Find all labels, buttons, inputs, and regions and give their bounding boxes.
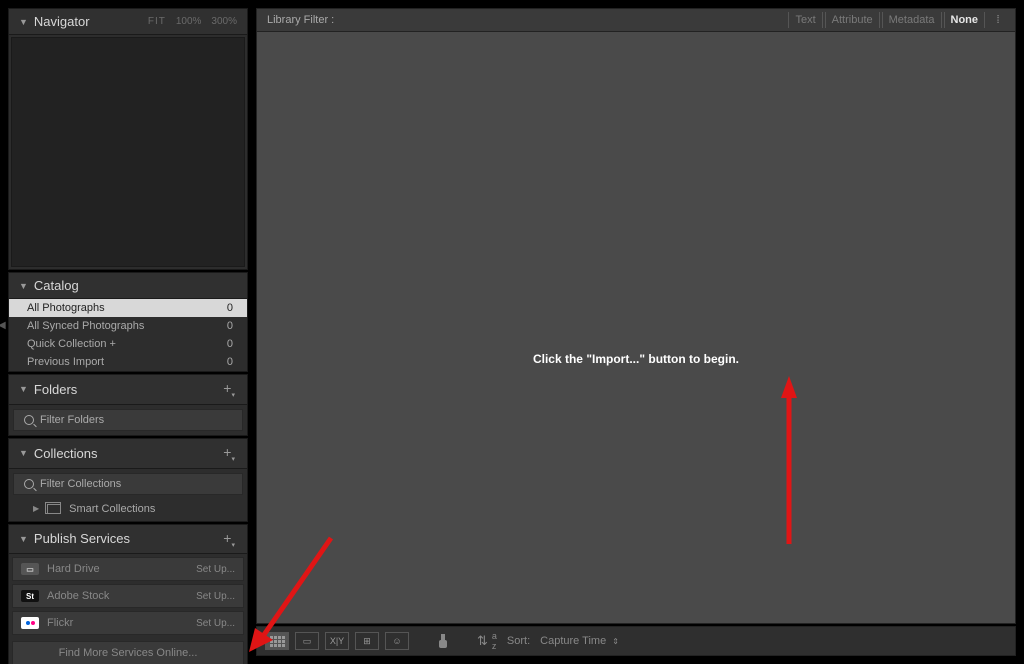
catalog-row-synced[interactable]: All Synced Photographs 0: [9, 317, 247, 335]
left-panel: ▼ Navigator FIT 100% 300% ▼ Catalog All …: [8, 8, 248, 656]
publish-row-flickr[interactable]: Flickr Set Up...: [12, 611, 244, 635]
grid-view[interactable]: Click the "Import..." button to begin.: [256, 32, 1016, 624]
catalog-row-quick[interactable]: Quick Collection + 0: [9, 335, 247, 353]
catalog-header[interactable]: ▼ Catalog: [9, 273, 247, 299]
disclosure-down-icon: ▼: [19, 448, 28, 458]
publish-name: Flickr: [47, 617, 196, 629]
catalog-row-count: 0: [227, 338, 233, 350]
disclosure-down-icon: ▼: [19, 384, 28, 394]
filter-tab-metadata[interactable]: Metadata: [882, 12, 942, 28]
sort-dropdown[interactable]: Capture Time ⇕: [540, 635, 619, 647]
folders-panel: ▼ Folders +▾ Filter Folders: [8, 374, 248, 436]
filter-folders-input[interactable]: Filter Folders: [13, 409, 243, 431]
filter-collections-placeholder: Filter Collections: [40, 478, 121, 490]
catalog-panel: ▼ Catalog All Photographs 0 All Synced P…: [8, 272, 248, 372]
collections-header[interactable]: ▼ Collections +▾: [9, 439, 247, 469]
sort-label: Sort:: [507, 635, 530, 647]
publish-name: Adobe Stock: [47, 590, 196, 602]
compare-view-button[interactable]: X|Y: [325, 632, 349, 650]
add-folder-button[interactable]: +▾: [221, 380, 237, 399]
catalog-row-count: 0: [227, 356, 233, 368]
bottom-toolbar: ▭ X|Y ⊞ ☺ ⇅ az Sort: Capture Time ⇕: [256, 626, 1016, 656]
folders-title: Folders: [34, 382, 77, 397]
publish-header[interactable]: ▼ Publish Services +▾: [9, 525, 247, 555]
zoom-300[interactable]: 300%: [211, 16, 237, 27]
catalog-row-label: Previous Import: [27, 356, 104, 368]
navigator-title: Navigator: [34, 14, 90, 29]
grid-view-button[interactable]: [265, 632, 289, 650]
disclosure-down-icon: ▼: [19, 281, 28, 291]
publish-setup-link[interactable]: Set Up...: [196, 618, 235, 629]
catalog-row-label: All Photographs: [27, 302, 105, 314]
catalog-row-previous[interactable]: Previous Import 0: [9, 353, 247, 371]
loupe-view-button[interactable]: ▭: [295, 632, 319, 650]
publish-setup-link[interactable]: Set Up...: [196, 591, 235, 602]
annotation-arrow-icon: [779, 376, 799, 546]
search-icon: [24, 479, 34, 489]
flickr-icon: [21, 617, 39, 629]
people-view-button[interactable]: ☺: [385, 632, 409, 650]
smart-collections-label: Smart Collections: [69, 503, 155, 515]
navigator-panel: ▼ Navigator FIT 100% 300%: [8, 8, 248, 270]
find-more-services-button[interactable]: Find More Services Online...: [12, 641, 244, 664]
zoom-fit[interactable]: FIT: [148, 16, 166, 27]
sort-value: Capture Time: [540, 635, 606, 647]
adobe-stock-icon: St: [21, 590, 39, 602]
publish-row-harddrive[interactable]: ▭ Hard Drive Set Up...: [12, 557, 244, 581]
sort-direction-button[interactable]: ⇅: [477, 633, 488, 649]
navigator-header[interactable]: ▼ Navigator FIT 100% 300%: [9, 9, 247, 35]
filter-lock-icon[interactable]: ⁞: [991, 14, 1005, 26]
publish-row-adobestock[interactable]: St Adobe Stock Set Up...: [12, 584, 244, 608]
filter-folders-placeholder: Filter Folders: [40, 414, 104, 426]
smart-collection-icon: [47, 504, 61, 514]
disclosure-right-icon: ▶: [33, 504, 39, 513]
search-icon: [24, 415, 34, 425]
catalog-row-count: 0: [227, 320, 233, 332]
filter-tab-attribute[interactable]: Attribute: [825, 12, 880, 28]
disclosure-down-icon: ▼: [19, 17, 28, 27]
disclosure-down-icon: ▼: [19, 534, 28, 544]
filter-tab-text[interactable]: Text: [788, 12, 822, 28]
catalog-row-label: Quick Collection +: [27, 338, 116, 350]
painter-tool-button[interactable]: [431, 632, 455, 650]
publish-name: Hard Drive: [47, 563, 196, 575]
publish-panel: ▼ Publish Services +▾ ▭ Hard Drive Set U…: [8, 524, 248, 664]
filter-tab-none[interactable]: None: [944, 12, 986, 28]
catalog-row-count: 0: [227, 302, 233, 314]
import-hint-text: Click the "Import..." button to begin.: [257, 352, 1015, 366]
navigator-preview[interactable]: [11, 37, 245, 267]
publish-setup-link[interactable]: Set Up...: [196, 564, 235, 575]
add-publish-button[interactable]: +▾: [221, 530, 237, 549]
survey-view-button[interactable]: ⊞: [355, 632, 379, 650]
zoom-100[interactable]: 100%: [176, 16, 202, 27]
library-filter-label: Library Filter :: [267, 14, 334, 26]
collections-panel: ▼ Collections +▾ Filter Collections ▶ Sm…: [8, 438, 248, 522]
harddrive-icon: ▭: [21, 563, 39, 575]
library-filter-bar: Library Filter : Text Attribute Metadata…: [256, 8, 1016, 32]
publish-title: Publish Services: [34, 531, 130, 546]
navigator-zoom-controls[interactable]: FIT 100% 300%: [148, 16, 237, 27]
collections-title: Collections: [34, 446, 98, 461]
filter-collections-input[interactable]: Filter Collections: [13, 473, 243, 495]
folders-header[interactable]: ▼ Folders +▾: [9, 375, 247, 405]
sort-az-icon: az: [492, 631, 497, 651]
add-collection-button[interactable]: +▾: [221, 444, 237, 463]
chevron-updown-icon: ⇕: [612, 637, 619, 646]
catalog-row-all-photos[interactable]: All Photographs 0: [9, 299, 247, 317]
catalog-title: Catalog: [34, 278, 79, 293]
main-area: Library Filter : Text Attribute Metadata…: [256, 8, 1016, 656]
catalog-row-label: All Synced Photographs: [27, 320, 144, 332]
smart-collections-row[interactable]: ▶ Smart Collections: [9, 499, 247, 521]
left-panel-expand-grip[interactable]: ◀: [0, 320, 4, 338]
